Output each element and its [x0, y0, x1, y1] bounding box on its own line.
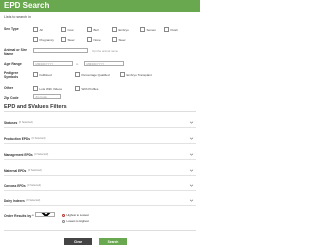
filter-row[interactable]: Statuses (0 Selected)	[4, 118, 196, 128]
checkbox-label: All	[39, 27, 43, 32]
order-radio-highest[interactable]: Highest to Lowest	[62, 213, 89, 217]
sex-type-option[interactable]: Pregnancy	[33, 37, 54, 42]
filter-name: Statuses	[4, 120, 18, 125]
checkbox-label: Cow	[67, 27, 74, 32]
radio-label: Lowest to Highest	[66, 219, 89, 223]
checkbox-label: With Profiles	[81, 86, 99, 91]
lookup-label: Lists to search in	[4, 15, 31, 19]
filter-selected-count: (0 Selected)	[18, 121, 33, 124]
checkbox-label: Fullblood	[39, 72, 52, 77]
filter-selected-count: (0 Selected)	[27, 184, 42, 187]
filter-row[interactable]: Maternal EPDs (0 Selected)	[4, 166, 196, 176]
sex-type-option[interactable]: None	[87, 37, 101, 42]
chevron-down-icon	[189, 184, 194, 187]
checkbox-icon	[87, 37, 92, 42]
checkbox-label: Semen	[146, 27, 157, 32]
pedigree-label: Pedigree Symbols	[4, 71, 19, 80]
checkbox-icon	[112, 37, 117, 42]
sex-type-option[interactable]: Flush	[164, 27, 178, 32]
chevron-down-icon	[189, 137, 194, 140]
chevron-down-icon	[189, 121, 194, 124]
filter-selected-count: (0 Selected)	[26, 199, 41, 202]
checkbox-icon	[33, 37, 38, 42]
pedigree-option[interactable]: Percentage Qualified	[75, 72, 110, 77]
filter-name: Dairy Indexes	[4, 198, 25, 203]
order-label: Order Results by *	[4, 214, 34, 218]
filters-title: EPD and $Values Filters	[4, 104, 67, 110]
filter-row[interactable]: Production EPDs (0 Selected)	[4, 134, 196, 144]
checkbox-label: Percentage Qualified	[81, 72, 110, 77]
checkbox-icon	[33, 27, 38, 32]
order-radio-lowest[interactable]: Lowest to Highest	[62, 219, 89, 223]
filter-name: Production EPDs	[4, 136, 31, 141]
page-header: EPD Search	[0, 0, 200, 12]
checkbox-icon	[33, 86, 38, 91]
other-option[interactable]: With Profiles	[75, 86, 98, 91]
checkbox-label: Bull	[93, 27, 99, 32]
footer-divider	[4, 230, 196, 231]
animal-sire-input[interactable]	[33, 48, 88, 53]
filter-selected-count: (0 Selected)	[34, 153, 49, 156]
filter-row[interactable]: Carcass EPDs (0 Selected)	[4, 181, 196, 191]
filter-row[interactable]: Management EPDs (0 Selected)	[4, 150, 196, 160]
sex-type-label: Sex Type	[4, 27, 19, 31]
checkbox-icon	[75, 86, 80, 91]
filter-selected-count: (0 Selected)	[27, 169, 42, 172]
checkbox-label: Pregnancy	[39, 37, 54, 42]
age-to-label: to	[76, 62, 79, 66]
section-divider	[4, 111, 196, 112]
checkbox-label: Flush	[170, 27, 178, 32]
other-label: Other	[4, 86, 14, 90]
checkbox-label: Lots With Videos	[39, 86, 62, 91]
other-option[interactable]: Lots With Videos	[33, 86, 62, 91]
animal-sire-note: Opt the animal name	[92, 49, 118, 53]
checkbox-icon	[120, 72, 125, 77]
sex-type-option[interactable]: Embryo	[112, 27, 129, 32]
age-from-input[interactable]: MM/DD/YYYY	[33, 61, 73, 66]
checkbox-icon	[33, 72, 38, 77]
chevron-down-icon	[189, 199, 194, 202]
checkbox-icon	[140, 27, 145, 32]
checkbox-label: Embryo Transplant	[126, 72, 152, 77]
radio-unselected-icon	[62, 219, 65, 223]
filter-name: Management EPDs	[4, 152, 33, 157]
sex-type-option[interactable]: Bull	[87, 27, 99, 32]
checkbox-label: Steer	[118, 37, 126, 42]
checkbox-icon	[61, 27, 66, 32]
pedigree-option[interactable]: Embryo Transplant	[120, 72, 152, 77]
sex-type-option[interactable]: Cow	[61, 27, 74, 32]
chevron-down-icon	[189, 153, 194, 156]
search-button[interactable]: Search	[99, 238, 127, 245]
checkbox-label: None	[93, 37, 101, 42]
sex-type-option[interactable]: All	[33, 27, 43, 32]
filter-name: Maternal EPDs	[4, 168, 27, 173]
filter-row[interactable]: Dairy Indexes (0 Selected)	[4, 196, 196, 206]
sex-type-option[interactable]: Steer	[112, 37, 126, 42]
radio-label: Highest to Lowest	[66, 213, 89, 217]
chevron-down-icon	[189, 169, 194, 172]
checkbox-label: Embryo	[118, 27, 129, 32]
animal-sire-label: Animal or Sire Name	[4, 48, 27, 57]
checkbox-icon	[87, 27, 92, 32]
checkbox-icon	[75, 72, 80, 77]
page-title: EPD Search	[4, 1, 50, 10]
order-select[interactable]: All	[35, 212, 55, 217]
age-to-input[interactable]: MM/DD/YYYY	[84, 61, 124, 66]
pedigree-option[interactable]: Fullblood	[33, 72, 52, 77]
clear-button[interactable]: Clear	[64, 238, 92, 245]
checkbox-icon	[61, 37, 66, 42]
zip-input[interactable]: Zip Code	[33, 94, 61, 99]
filter-selected-count: (0 Selected)	[31, 137, 46, 140]
checkbox-label: Steer	[67, 37, 75, 42]
zip-label: Zip Code	[4, 96, 19, 100]
checkbox-icon	[112, 27, 117, 32]
sex-type-option[interactable]: Semen	[140, 27, 156, 32]
checkbox-icon	[164, 27, 169, 32]
sex-type-option[interactable]: Steer	[61, 37, 75, 42]
filter-name: Carcass EPDs	[4, 183, 26, 188]
age-range-label: Age Range	[4, 62, 22, 66]
radio-selected-icon	[62, 213, 65, 217]
